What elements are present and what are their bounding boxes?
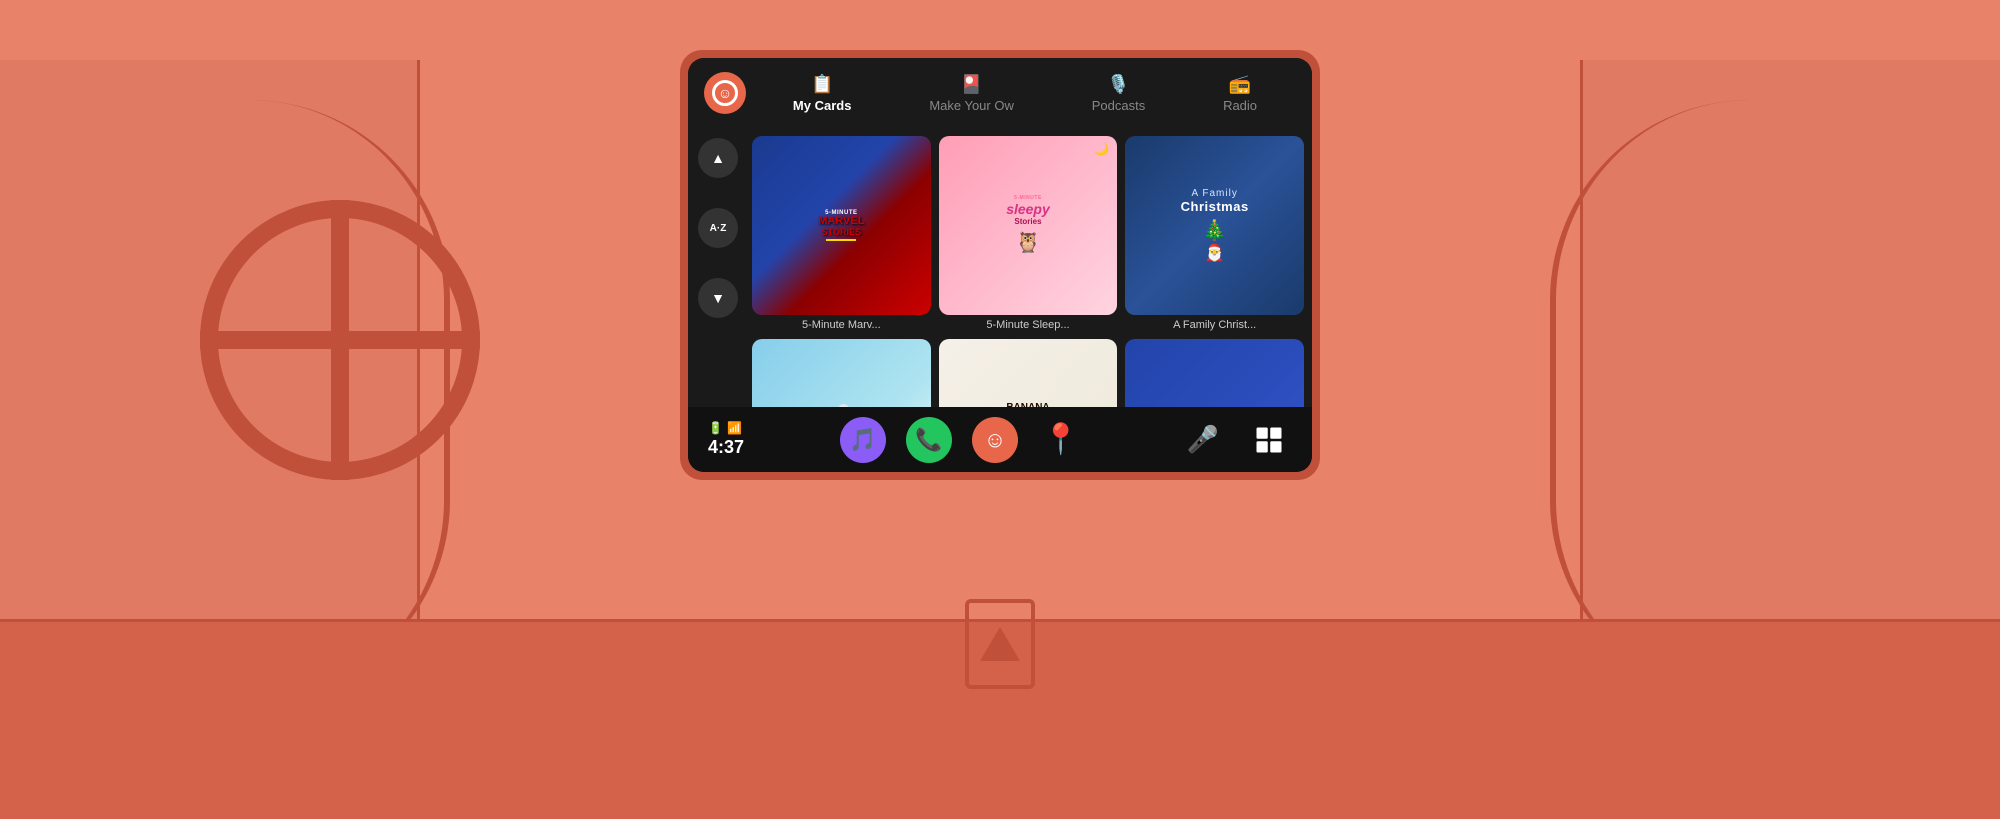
card-marvel[interactable]: 5-Minute MARVEL STORIES 5-Minute Marv... [752,136,931,331]
status-icons: 🔋 📶 [708,421,742,435]
nav-tabs: 📋 My Cards 🎴 Make Your Ow 🎙️ Podcasts 📻 … [754,70,1296,117]
microphone-button[interactable]: 🎤 [1180,417,1226,463]
az-icon: A·Z [710,223,727,234]
card-title-christmas: A Family Christ... [1125,319,1304,331]
radio-tab-icon: 📻 [1229,74,1251,95]
card-cover-banana: BANANA PANCAKES Make Your Own Stories 🥞 [939,339,1118,407]
make-your-own-tab-icon: 🎴 [960,74,982,95]
my-cards-tab-icon: 📋 [811,74,833,95]
screen-frame: 📋 My Cards 🎴 Make Your Ow 🎙️ Podcasts 📻 … [680,50,1320,480]
tab-my-cards[interactable]: 📋 My Cards [785,70,860,117]
taskbar-center: 🎵 📞 ☺ 📍 [840,417,1084,463]
card-cover-sleepy: 5-Minute sleepy Stories 🦉 🌙 [939,136,1118,315]
clock-time: 4:37 [708,437,744,458]
battery-icon: 🔋 [708,421,723,435]
screen-content: ▲ A·Z ▼ 5-Minute MARVEL STOR [688,128,1312,407]
cards-grid: 5-Minute MARVEL STORIES 5-Minute Marv...… [748,128,1312,407]
tab-podcasts[interactable]: 🎙️ Podcasts [1084,70,1153,117]
my-cards-tab-label: My Cards [793,98,852,113]
sidebar-controls: ▲ A·Z ▼ [688,128,748,407]
podcasts-tab-icon: 🎙️ [1107,74,1129,95]
tab-make-your-own[interactable]: 🎴 Make Your Ow [921,70,1022,117]
card-title-sleepy: 5-Minute Sleep... [939,319,1118,331]
phone-app-icon: 📞 [915,427,942,453]
card-cover-marvel: 5-Minute MARVEL STORIES [752,136,931,315]
hazard-area [965,599,1035,689]
card-sleepy[interactable]: 5-Minute sleepy Stories 🦉 🌙 5-Minute Sle… [939,136,1118,331]
scroll-up-button[interactable]: ▲ [698,138,738,178]
card-christmas[interactable]: A Family Christmas 🎄 🎅 A Family Christ..… [1125,136,1304,331]
podcasts-tab-label: Podcasts [1092,98,1145,113]
card-biggest[interactable]: BIGGEST IDEAS 🤖🚀 Biggest Ideas... [1125,339,1304,407]
stories-app-button[interactable]: ☺ [972,417,1018,463]
card-banana[interactable]: BANANA PANCAKES Make Your Own Stories 🥞 … [939,339,1118,407]
dashboard-bottom [0,619,2000,819]
app-logo[interactable] [704,72,746,114]
signal-icon: 📶 [727,421,742,435]
app-logo-icon [712,80,738,106]
make-your-own-tab-label: Make Your Ow [929,98,1014,113]
radio-tab-label: Radio [1223,98,1257,113]
tab-radio[interactable]: 📻 Radio [1215,70,1265,117]
maps-app-icon: 📍 [1042,422,1079,457]
scroll-down-button[interactable]: ▼ [698,278,738,318]
taskbar-left: 🔋 📶 4:37 [708,421,744,458]
microphone-icon: 🎤 [1187,424,1219,455]
maps-app-button[interactable]: 📍 [1038,417,1084,463]
az-sort-button[interactable]: A·Z [698,208,738,248]
steering-wheel [200,200,480,480]
podcasts-app-button[interactable]: 🎵 [840,417,886,463]
hazard-triangle-icon [980,627,1020,661]
chevron-up-icon: ▲ [711,150,725,166]
grid-view-button[interactable] [1246,417,1292,463]
screen-header: 📋 My Cards 🎴 Make Your Ow 🎙️ Podcasts 📻 … [688,58,1312,128]
card-cover-animal: ☁️ Animal 🐘 [752,339,931,407]
stories-app-icon: ☺ [984,427,1006,453]
card-cover-christmas: A Family Christmas 🎄 🎅 [1125,136,1304,315]
chevron-down-icon: ▼ [711,290,725,306]
card-animal[interactable]: ☁️ Animal 🐘 Animal... [752,339,931,407]
card-title-marvel: 5-Minute Marv... [752,319,931,331]
card-cover-biggest: BIGGEST IDEAS 🤖🚀 [1125,339,1304,407]
phone-app-button[interactable]: 📞 [906,417,952,463]
taskbar: 🔋 📶 4:37 🎵 📞 ☺ 📍 [688,407,1312,472]
grid-icon [1254,425,1284,455]
taskbar-right: 🎤 [1180,417,1292,463]
podcasts-app-icon: 🎵 [849,427,876,453]
vent-box [965,599,1035,689]
screen: 📋 My Cards 🎴 Make Your Ow 🎙️ Podcasts 📻 … [688,58,1312,472]
